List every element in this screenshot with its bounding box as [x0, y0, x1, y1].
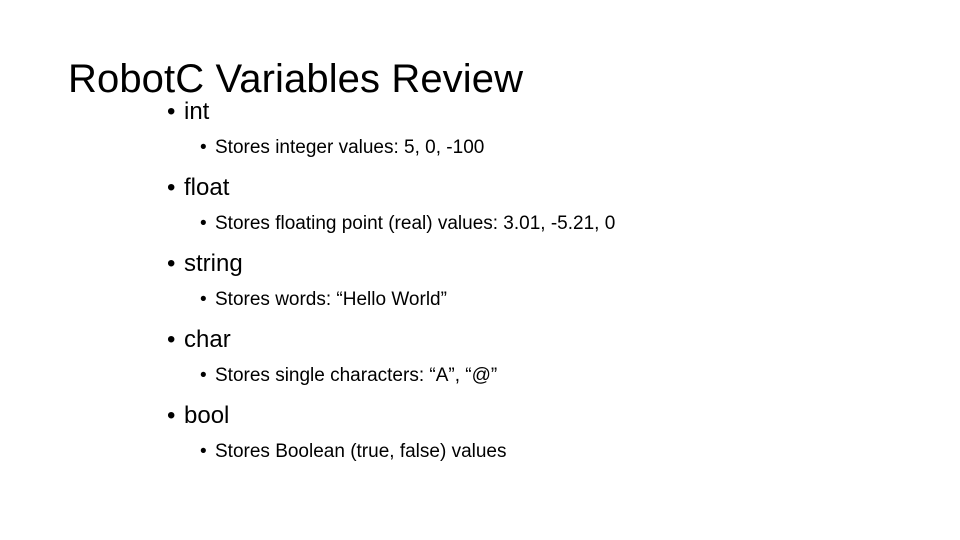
description-label: Stores Boolean (true, false) values	[215, 441, 507, 462]
slide-canvas: RobotC Variables Review • int • Stores int…	[0, 0, 960, 540]
description-label: Stores floating point (real) values: 3.0…	[215, 213, 616, 234]
bullet-icon: •	[167, 326, 176, 353]
bullet-icon: •	[167, 250, 176, 277]
bullet-icon: •	[200, 441, 207, 462]
bullet-icon: •	[200, 365, 207, 386]
description-label: Stores words: “Hello World”	[215, 289, 447, 310]
variable-group-int: • int • Stores integer values: 5, 0, -100	[0, 96, 960, 168]
bullet-icon: •	[167, 174, 176, 201]
term-label: int	[184, 98, 210, 125]
term-label: string	[184, 250, 243, 277]
bullet-icon: •	[200, 289, 207, 310]
term-label: char	[184, 326, 231, 353]
list-item-description: • Stores single characters: “A”, “@”	[0, 360, 960, 396]
term-label: float	[184, 174, 230, 201]
bullet-icon: •	[167, 402, 176, 429]
list-item-term: • string	[0, 248, 960, 284]
list-item-term: • float	[0, 172, 960, 208]
list-item-term: • int	[0, 96, 960, 132]
list-item-term: • char	[0, 324, 960, 360]
list-item-description: • Stores Boolean (true, false) values	[0, 436, 960, 472]
variable-group-float: • float • Stores floating point (real) val…	[0, 172, 960, 244]
slide-body: • int • Stores integer values: 5, 0, -100 …	[0, 96, 960, 472]
list-item-description: • Stores floating point (real) values: 3.…	[0, 208, 960, 244]
description-label: Stores integer values: 5, 0, -100	[215, 137, 485, 158]
bullet-icon: •	[167, 98, 176, 125]
list-item-term: • bool	[0, 400, 960, 436]
term-label: bool	[184, 402, 230, 429]
bullet-icon: •	[200, 137, 207, 158]
variable-group-char: • char • Stores single characters: “A”, “@…	[0, 324, 960, 396]
description-label: Stores single characters: “A”, “@”	[215, 365, 498, 386]
bullet-icon: •	[200, 213, 207, 234]
list-item-description: • Stores integer values: 5, 0, -100	[0, 132, 960, 168]
variable-group-string: • string • Stores words: “Hello World”	[0, 248, 960, 320]
variable-group-bool: • bool • Stores Boolean (true, false) valu…	[0, 400, 960, 472]
list-item-description: • Stores words: “Hello World”	[0, 284, 960, 320]
